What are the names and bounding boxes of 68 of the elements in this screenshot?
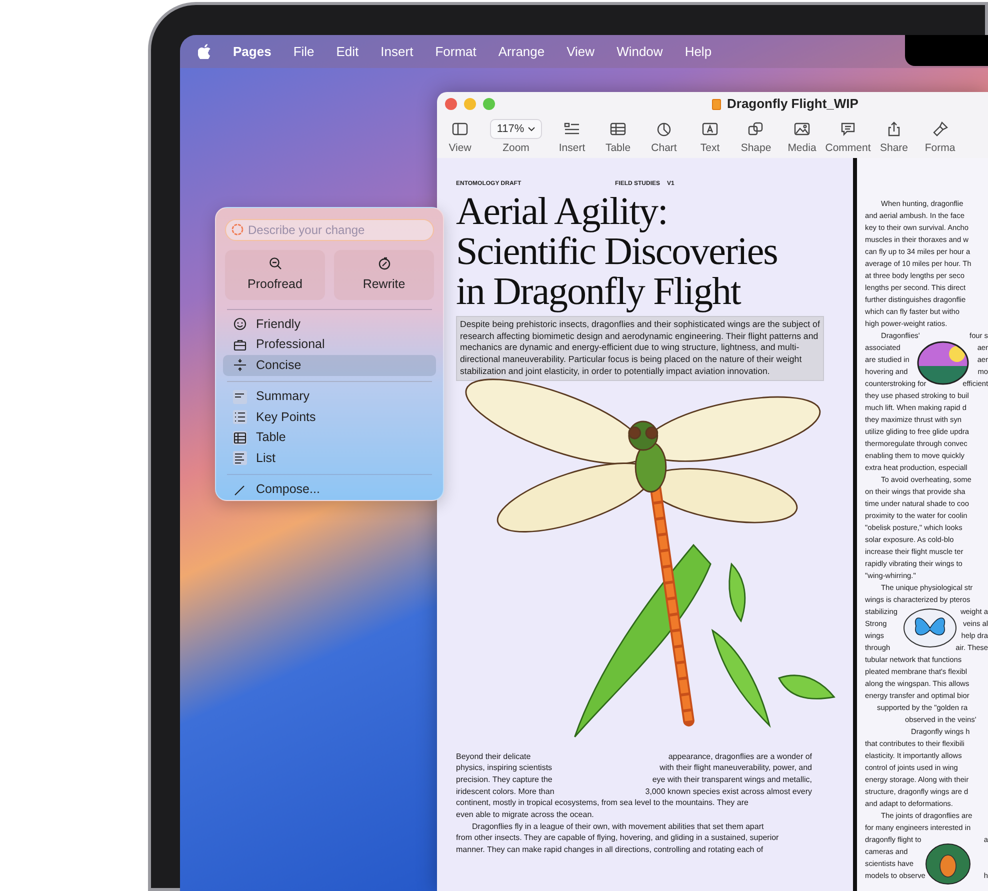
menu-option[interactable]: Friendly (223, 314, 436, 334)
paragraph-line: precision. They capture the (456, 774, 552, 786)
toolbar-label[interactable]: Shape (740, 141, 772, 157)
chevron-down-icon (528, 126, 536, 132)
zoom-dropdown[interactable]: 117% (490, 119, 542, 139)
menu-option[interactable]: Table (223, 428, 436, 448)
paragraph-line: from other insects. They are capable of flying, hovering, and gliding in a sustained, superior (456, 832, 779, 844)
brush-icon (932, 119, 948, 139)
menu-item[interactable]: View (566, 42, 595, 62)
paragraph-line: eye with their transparent wings and metallic, (652, 774, 812, 786)
window-title: Dragonfly Flight_WIP (727, 95, 858, 114)
summary-icon (233, 390, 247, 404)
paragraph-line: 3,000 known species exist across almost every (645, 786, 812, 798)
flower-icon (231, 222, 244, 236)
menu-item[interactable]: File (293, 42, 314, 62)
toolbar-label[interactable]: Share (880, 141, 908, 157)
pencil-icon (233, 482, 247, 497)
smiley-icon (233, 317, 247, 332)
intro-paragraph: Despite being prehistoric insects, dragonflies and their sophisticated wings are the subject of research affecting biomimetic design and aerodynamic engineering. Their flight patterns and mechanics are dynamic and energy-efficient due to wing structure, lightness, and multi-directional maneuverability. Particular focus is being placed on the nature of their weight stabilization and joint elasticity, in order to potentially impact aviation innovation. (456, 316, 824, 381)
zoom-button[interactable] (483, 98, 495, 110)
butterfly-image (903, 608, 957, 648)
menu-option[interactable]: List (223, 448, 436, 469)
zoom-in-icon (268, 256, 282, 270)
menu-option[interactable]: Key Points (223, 407, 436, 428)
apple-logo-icon[interactable] (198, 44, 211, 59)
toolbar-label[interactable]: Chart (651, 141, 677, 157)
toolbar-label[interactable]: Media (788, 141, 816, 157)
document-title: Aerial Agility: Scientific Discoveries in Dragonfly Flight (456, 192, 778, 312)
toolbar-label[interactable]: Table (605, 141, 631, 157)
menu-item[interactable]: Edit (336, 42, 359, 62)
paragraph-line: appearance, dragonflies are a wonder of (668, 750, 812, 762)
bulleted-list-icon (233, 410, 247, 424)
briefcase-icon (233, 338, 247, 352)
paragraph-line: continent, mostly in tropical ecosystems, from sea level to the mountains. They are (456, 797, 748, 809)
paragraph-line: even able to migrate across the ocean. (456, 808, 594, 821)
toolbar-label[interactable]: Text (700, 141, 720, 157)
paragraph-line: physics, inspiring scientists (456, 762, 552, 774)
action-button[interactable]: Proofread (225, 250, 325, 300)
toolbar-label[interactable]: Comment (825, 141, 871, 157)
toolbar-label[interactable]: Zoom (502, 141, 530, 157)
menu-item[interactable]: Window (616, 42, 663, 62)
share-icon (886, 119, 902, 139)
paragraph-line: iridescent colors. More than (456, 786, 554, 798)
menu-item[interactable]: Arrange (498, 42, 545, 62)
toolbar-label[interactable]: View (448, 141, 472, 157)
list-icon (233, 451, 247, 466)
menu-item[interactable]: Help (684, 42, 712, 62)
table-icon (233, 430, 247, 445)
menu-option[interactable]: Concise (223, 355, 436, 376)
menu-option[interactable]: Professional (223, 334, 436, 356)
paragraph-line: with their flight maneuverability, power, and (660, 762, 812, 774)
rewrite-icon (378, 256, 390, 270)
menu-item[interactable]: Pages (233, 42, 272, 62)
toolbar-label[interactable]: Insert (558, 141, 586, 157)
concise-icon (233, 358, 247, 372)
minimize-button[interactable] (464, 98, 476, 110)
paragraph-line: Dragonflies fly in a league of their own, with movement abilities that set them apart (472, 820, 764, 832)
menu-item[interactable]: Insert (380, 42, 414, 62)
document-icon (712, 98, 721, 110)
describe-change-field[interactable]: Describe your change (225, 219, 434, 241)
menu-option[interactable]: Compose... (223, 480, 436, 500)
paragraph-line: manner. They can make rapid changes in all directions, controlling and rotating each of (456, 844, 764, 856)
action-button[interactable]: Rewrite (334, 250, 434, 300)
close-button[interactable] (445, 98, 457, 110)
paragraph-line: Beyond their delicate (456, 750, 531, 762)
toolbar-label[interactable]: Forma (924, 141, 956, 157)
menu-item[interactable]: Format (435, 42, 476, 62)
menu-option[interactable]: Summary (223, 386, 436, 408)
